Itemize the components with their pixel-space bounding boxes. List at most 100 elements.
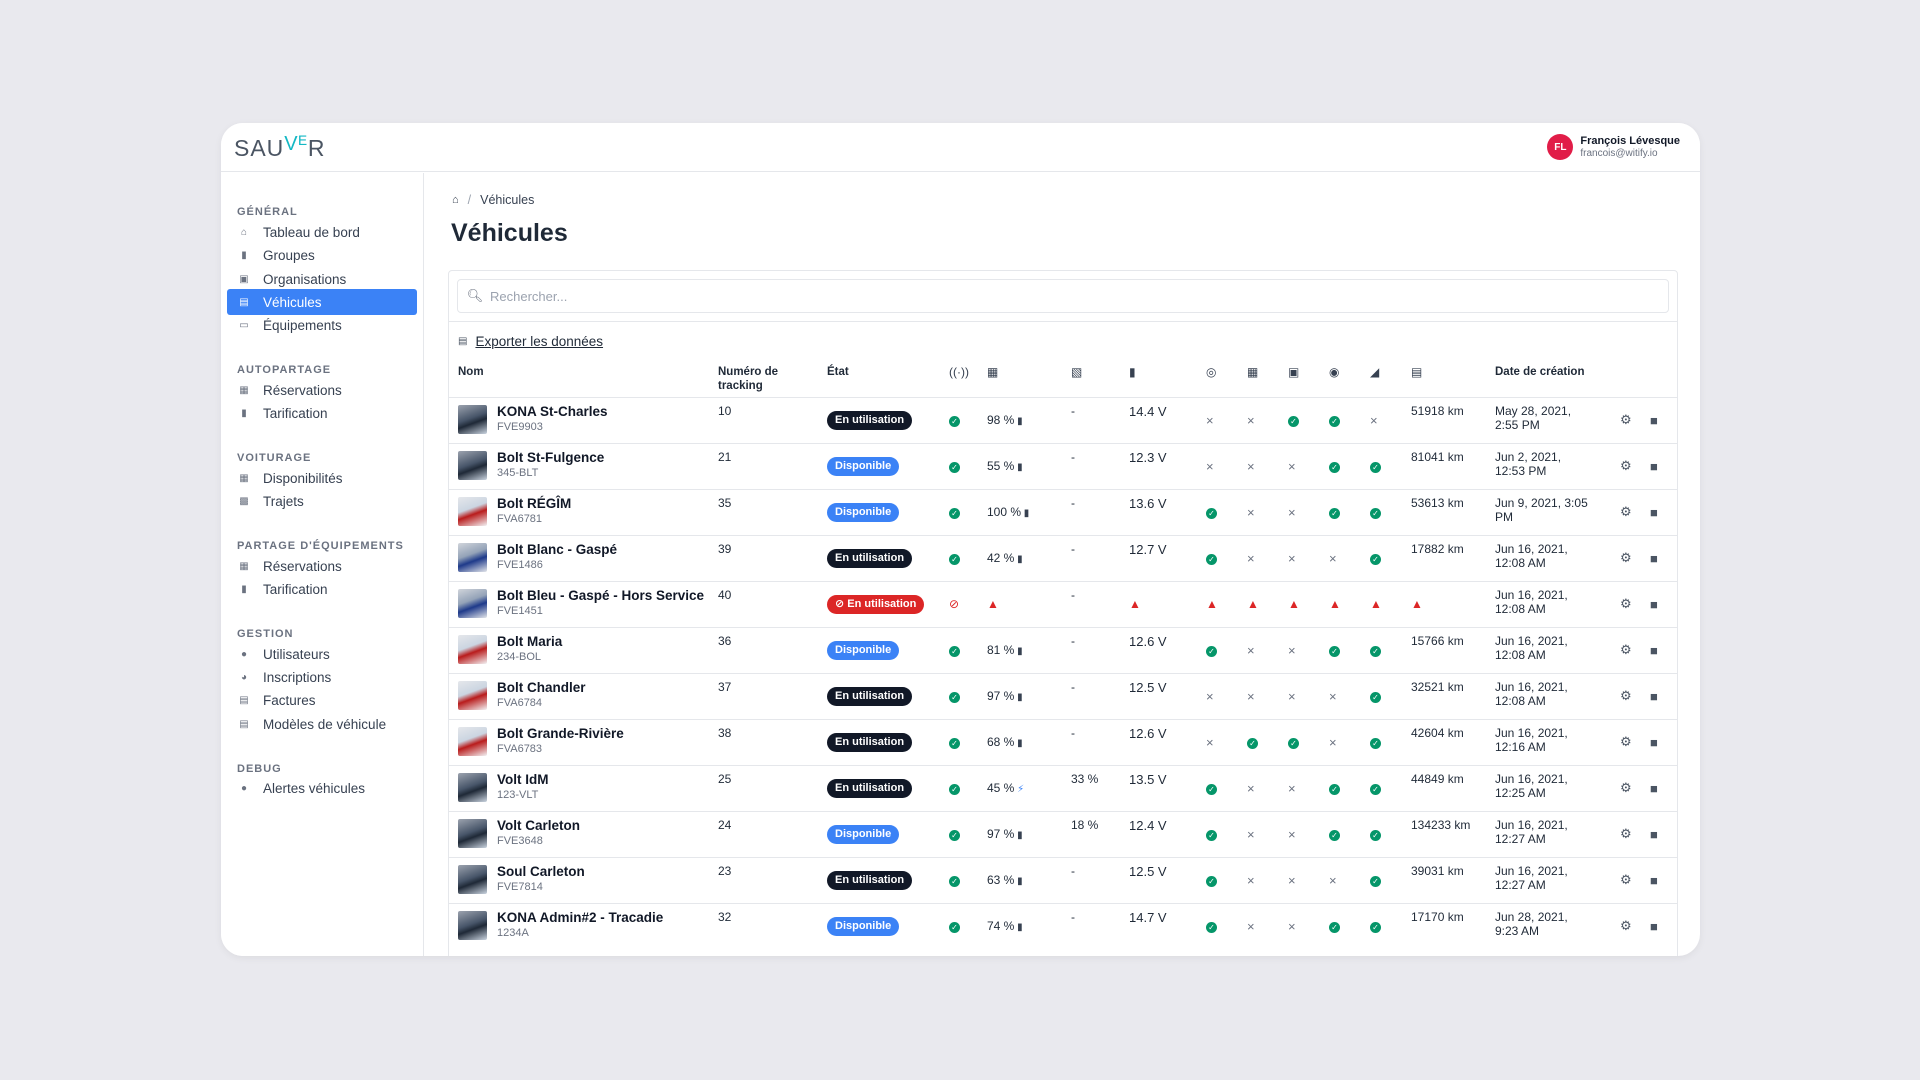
vehicle-name-wrap: Bolt Grande-Rivière FVA6783 xyxy=(458,726,709,756)
voltage-cell: 13.6 V xyxy=(1120,488,1197,535)
gear-icon[interactable]: ⚙ xyxy=(1620,596,1632,611)
odometer-value: 32521 km xyxy=(1411,679,1464,694)
table-row[interactable]: Soul Carleton FVE7814 23 En utilisation ✓ 63 … xyxy=(449,856,1677,903)
gear-icon[interactable]: ⚙ xyxy=(1620,872,1632,887)
delete-cell: ■ xyxy=(1641,718,1677,765)
vehicle-name[interactable]: Volt Carleton xyxy=(497,818,580,834)
sidebar-item[interactable]: ▤ Factures xyxy=(227,687,417,713)
car-status-cell: × xyxy=(1238,764,1279,811)
table-row[interactable]: Bolt Grande-Rivière FVA6783 38 En utilisati… xyxy=(449,718,1677,765)
settings-cell: ⚙ xyxy=(1611,396,1641,443)
users-icon: ● xyxy=(240,648,248,660)
gps-status-cell: ✓ xyxy=(1197,534,1238,581)
gps-status-cell: ✓ xyxy=(1197,856,1238,903)
trash-icon[interactable]: ■ xyxy=(1650,919,1658,934)
trash-icon[interactable]: ■ xyxy=(1650,643,1658,658)
vehicle-name[interactable]: Bolt Maria xyxy=(497,634,562,650)
gear-icon[interactable]: ⚙ xyxy=(1620,412,1632,427)
signal-cell: ✓ xyxy=(940,396,978,443)
vehicle-name[interactable]: Bolt St-Fulgence xyxy=(497,450,604,466)
home-icon[interactable]: ⌂ xyxy=(452,194,459,206)
vehicle-name[interactable]: Bolt Grande-Rivière xyxy=(497,726,624,742)
sidebar-item[interactable]: ▩ Trajets xyxy=(227,488,417,514)
export-icon: ▤ xyxy=(458,336,468,347)
trash-icon[interactable]: ■ xyxy=(1650,873,1658,888)
vehicle-name[interactable]: Bolt RÉGÎM xyxy=(497,496,571,512)
user-menu[interactable]: FL François Lévesque francois@witify.io xyxy=(1547,134,1680,160)
gear-icon[interactable]: ⚙ xyxy=(1620,688,1632,703)
charge-value: 42 % xyxy=(987,551,1015,565)
sidebar-item[interactable]: ▭ Équipements xyxy=(227,312,417,338)
creation-date-line1: Jun 16, 2021, xyxy=(1495,817,1568,832)
settings-cell: ⚙ xyxy=(1611,672,1641,719)
table-row[interactable]: Bolt Bleu - Gaspé - Hors Service FVE1451 4… xyxy=(449,580,1677,627)
table-row[interactable]: Volt Carleton FVE3648 24 Disponible ✓ 97 % ▮ 1… xyxy=(449,810,1677,857)
sidebar-item[interactable]: ▮ Groupes xyxy=(227,242,417,268)
header-tracking[interactable]: Numéro de tracking xyxy=(709,354,818,397)
table-row[interactable]: Bolt Maria 234-BOL 36 Disponible ✓ 81 % ▮ -12.… xyxy=(449,626,1677,673)
table-row[interactable]: Volt IdM 123-VLT 25 En utilisation ✓ 45 % ⚡ 33… xyxy=(449,764,1677,811)
trash-icon[interactable]: ■ xyxy=(1650,459,1658,474)
header-state[interactable]: État xyxy=(818,354,940,397)
car-x-icon: × xyxy=(1247,412,1255,428)
trash-icon[interactable]: ■ xyxy=(1650,413,1658,428)
gear-icon[interactable]: ⚙ xyxy=(1620,826,1632,841)
vehicle-text: Volt IdM 123-VLT xyxy=(497,772,549,802)
engine-x-icon: × xyxy=(1288,504,1296,520)
trash-icon[interactable]: ■ xyxy=(1650,505,1658,520)
creation-date-line2: 12:16 AM xyxy=(1495,739,1546,754)
trash-icon[interactable]: ■ xyxy=(1650,735,1658,750)
engine-status-cell: ▲ xyxy=(1279,580,1320,627)
table-row[interactable]: Bolt St-Fulgence 345-BLT 21 Disponible ✓ 55 %… xyxy=(449,442,1677,489)
odometer-cell: 17882 km xyxy=(1402,534,1486,581)
gear-icon[interactable]: ⚙ xyxy=(1620,780,1632,795)
sidebar-item[interactable]: ▮ Tarification xyxy=(227,576,417,602)
vehicle-name[interactable]: Soul Carleton xyxy=(497,864,585,880)
gear-icon[interactable]: ⚙ xyxy=(1620,918,1632,933)
search-box[interactable]: 🔍︎ xyxy=(457,279,1669,313)
sidebar-item[interactable]: ● Alertes véhicules xyxy=(227,775,417,801)
gear-icon[interactable]: ⚙ xyxy=(1620,642,1632,657)
battery-level-icon: ▮ xyxy=(1014,416,1023,427)
creation-date-line1: Jun 2, 2021, xyxy=(1495,449,1562,464)
table-row[interactable]: KONA Admin#2 - Tracadie 1234A 32 Disponible… xyxy=(449,902,1677,949)
state-cell: Disponible xyxy=(818,626,940,673)
gear-icon[interactable]: ⚙ xyxy=(1620,734,1632,749)
fuel-level: - xyxy=(1062,442,1120,489)
sidebar-item-label: Véhicules xyxy=(263,294,322,310)
logo[interactable]: SAUVᴱR xyxy=(234,133,325,162)
vehicle-name[interactable]: Volt IdM xyxy=(497,772,549,788)
vehicle-name[interactable]: KONA St-Charles xyxy=(497,404,608,420)
fuel-level: - xyxy=(1062,902,1120,949)
sidebar-item[interactable]: ▮ Tarification xyxy=(227,400,417,426)
vehicle-name[interactable]: Bolt Bleu - Gaspé - Hors Service xyxy=(497,588,704,604)
trash-icon[interactable]: ■ xyxy=(1650,781,1658,796)
trash-icon[interactable]: ■ xyxy=(1650,597,1658,612)
export-link[interactable]: ▤ Exporter les données xyxy=(458,334,603,349)
gps-x-icon: × xyxy=(1206,458,1214,474)
vehicle-name-wrap: Bolt Bleu - Gaspé - Hors Service FVE1451 xyxy=(458,588,709,618)
trash-icon[interactable]: ■ xyxy=(1650,551,1658,566)
table-row[interactable]: Bolt Chandler FVA6784 37 En utilisation ✓ 97 … xyxy=(449,672,1677,719)
table-row[interactable]: KONA St-Charles FVE9903 10 En utilisation ✓ 9… xyxy=(449,396,1677,443)
avatar[interactable]: FL xyxy=(1547,134,1574,160)
gear-icon[interactable]: ⚙ xyxy=(1620,504,1632,519)
trash-icon[interactable]: ■ xyxy=(1650,827,1658,842)
trash-icon[interactable]: ■ xyxy=(1650,689,1658,704)
table-row[interactable]: Bolt RÉGÎM FVA6781 35 Disponible ✓ 100 % ▮ -13… xyxy=(449,488,1677,535)
sidebar-item[interactable]: ▤ Modèles de véhicule xyxy=(227,711,417,737)
vehicle-name[interactable]: KONA Admin#2 - Tracadie xyxy=(497,910,663,926)
search-input[interactable] xyxy=(490,288,1590,304)
door-icon: ◢ xyxy=(1370,365,1380,379)
gear-icon[interactable]: ⚙ xyxy=(1620,550,1632,565)
header-name[interactable]: Nom xyxy=(449,354,709,397)
vehicle-name[interactable]: Bolt Chandler xyxy=(497,680,586,696)
gear-icon[interactable]: ⚙ xyxy=(1620,458,1632,473)
odometer-cell: 51918 km xyxy=(1402,396,1486,443)
charge-value: 97 % xyxy=(987,689,1015,703)
vehicle-name[interactable]: Bolt Blanc - Gaspé xyxy=(497,542,617,558)
car-status-cell: ✓ xyxy=(1238,718,1279,765)
engine-status-cell: × xyxy=(1279,442,1320,489)
table-row[interactable]: Bolt Blanc - Gaspé FVE1486 39 En utilisatio… xyxy=(449,534,1677,581)
header-created[interactable]: Date de création xyxy=(1486,354,1611,397)
